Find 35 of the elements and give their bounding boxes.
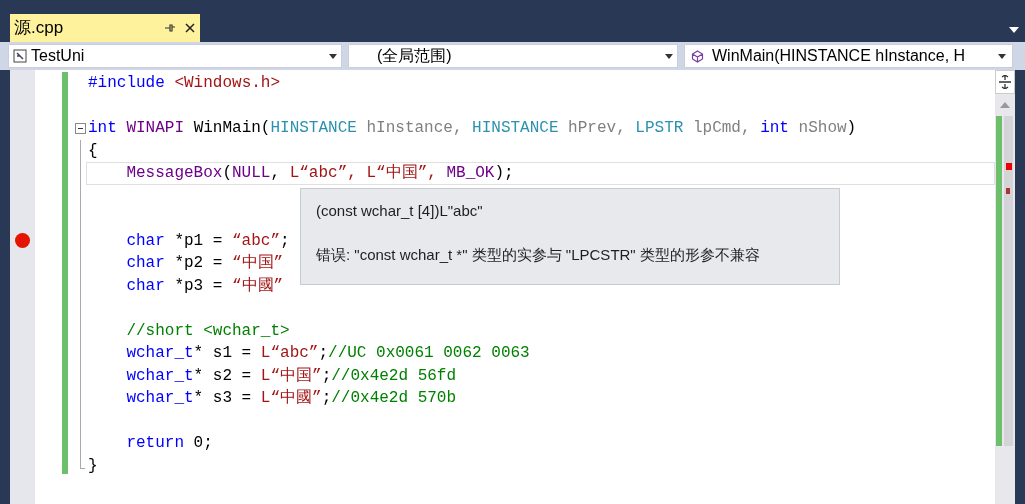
breakpoint-marker bbox=[1006, 188, 1010, 194]
cube-icon bbox=[691, 49, 704, 63]
close-icon[interactable] bbox=[184, 22, 196, 34]
dropdown-arrow-icon[interactable] bbox=[1009, 27, 1019, 33]
pin-icon[interactable] bbox=[164, 22, 176, 34]
code-line: wchar_t* s1 = L“abc”;//UC 0x0061 0062 0063 bbox=[126, 343, 530, 365]
tooltip-signature: (const wchar_t [4])L"abc" bbox=[316, 201, 484, 221]
code-line: { bbox=[88, 140, 98, 162]
error-marker bbox=[1006, 163, 1012, 170]
member-dropdown[interactable]: WinMain(HINSTANCE hInstance, H bbox=[684, 44, 1013, 68]
project-icon bbox=[13, 49, 27, 63]
split-button[interactable] bbox=[995, 70, 1015, 94]
caret-icon bbox=[665, 53, 673, 59]
file-tab[interactable]: 源.cpp bbox=[10, 14, 200, 42]
code-line: #include <Windows.h> bbox=[88, 73, 281, 95]
splitter-icon bbox=[999, 75, 1011, 89]
code-line: char *p1 = “abc”; bbox=[126, 230, 290, 252]
project-dropdown[interactable]: TestUni bbox=[8, 44, 342, 68]
breakpoint-icon[interactable] bbox=[15, 233, 30, 249]
tab-title: 源.cpp bbox=[14, 17, 64, 40]
code-line: char *p2 = “中国” bbox=[126, 253, 284, 275]
caret-icon bbox=[998, 53, 1006, 59]
scroll-track[interactable] bbox=[1004, 116, 1013, 446]
code-line: return 0; bbox=[126, 433, 213, 455]
tooltip-error: 错误: "const wchar_t *" 类型的实参与 "LPCSTR" 类型的形参不兼容 bbox=[316, 245, 761, 265]
code-line: wchar_t* s2 = L“中国”;//0x4e2d 56fd bbox=[126, 365, 457, 387]
code-line: MessageBox(NULL, L“abc”, L“中国”, MB_OK); bbox=[126, 163, 514, 185]
scope-dropdown[interactable]: (全局范围) bbox=[348, 44, 678, 68]
code-line: char *p3 = “中國” bbox=[126, 275, 284, 297]
collapse-icon[interactable] bbox=[74, 122, 86, 134]
code-line: int WINAPI WinMain(HINSTANCE hInstance, HINSTANCE hPrev, LPSTR lpCmd, int nShow) bbox=[88, 118, 857, 140]
code-line: //short <wchar_t> bbox=[126, 320, 290, 342]
code-line: } bbox=[88, 455, 98, 477]
caret-icon bbox=[329, 53, 337, 59]
code-line: wchar_t* s3 = L“中國”;//0x4e2d 570b bbox=[126, 388, 457, 410]
